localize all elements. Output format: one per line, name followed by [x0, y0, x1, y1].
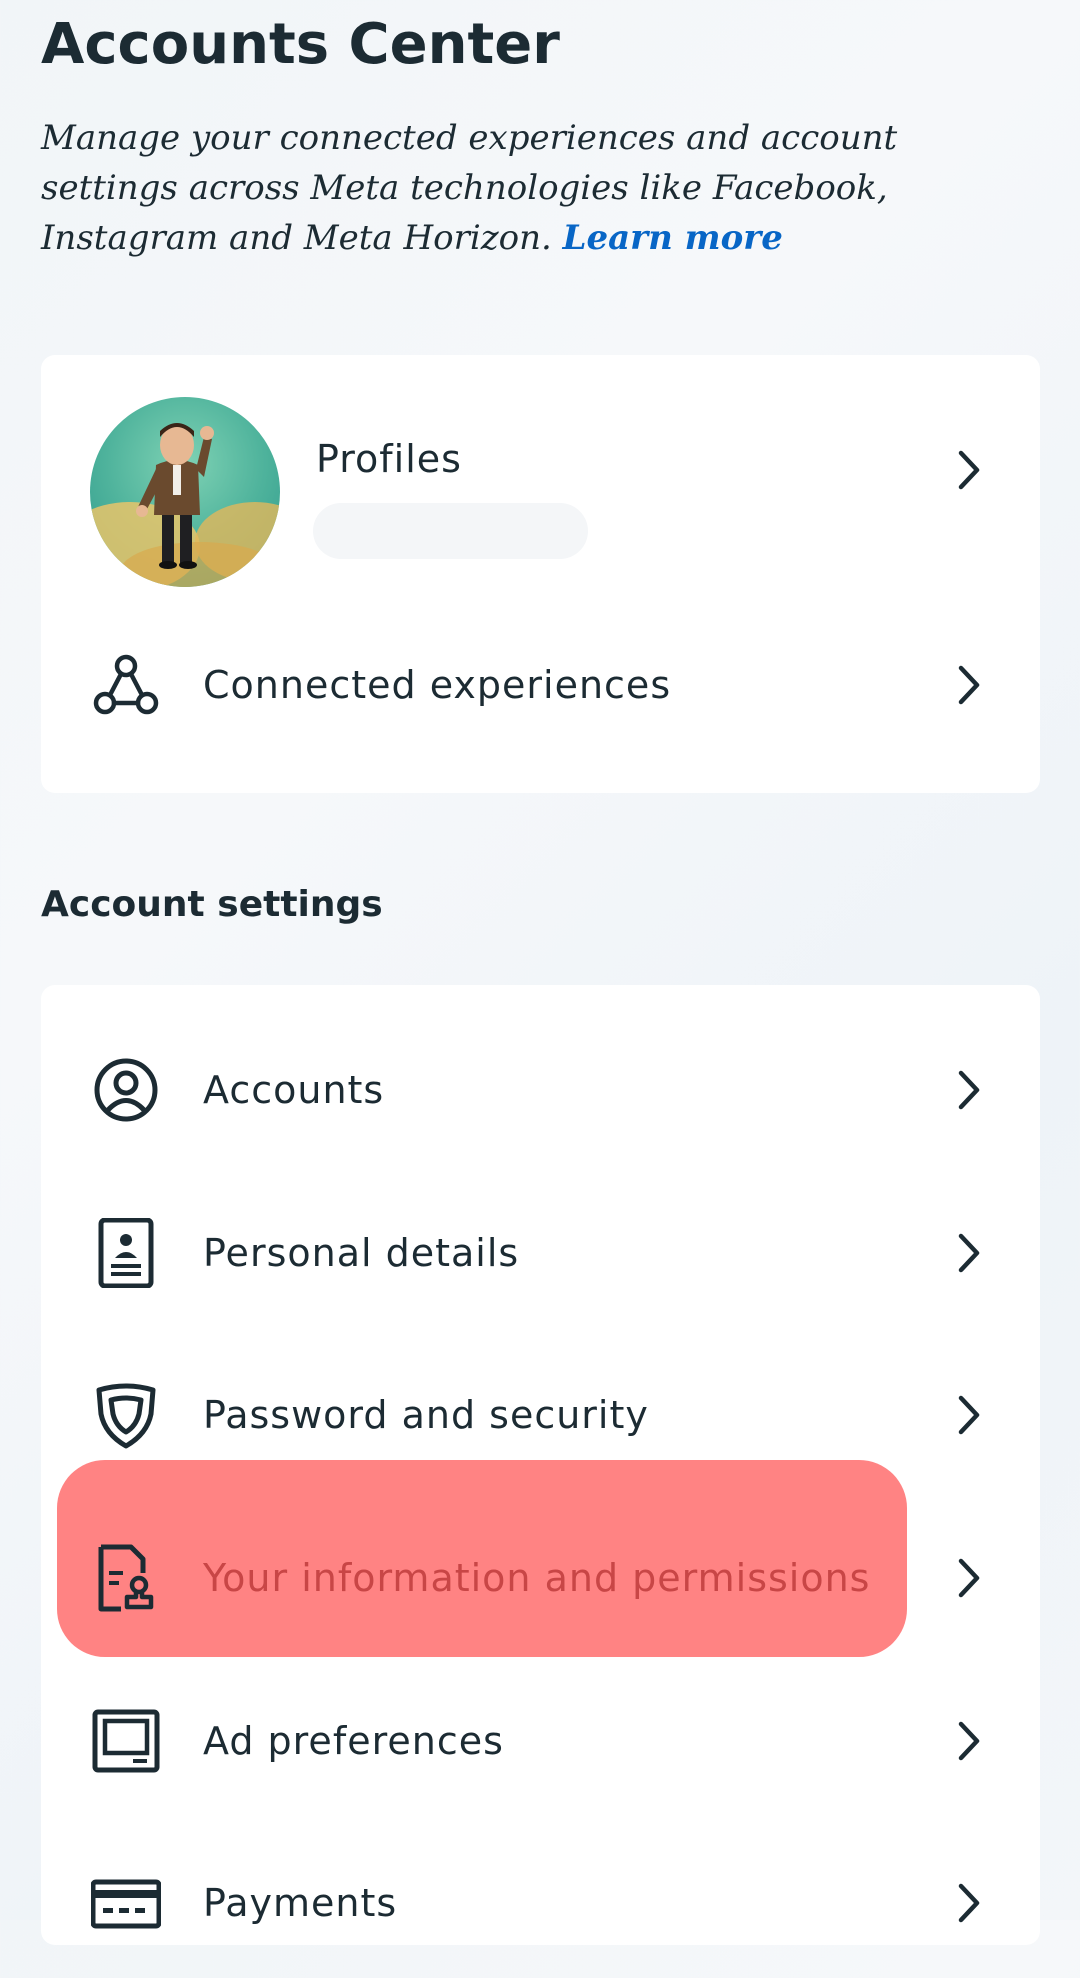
learn-more-link[interactable]: Learn more [563, 218, 783, 258]
avatar [90, 397, 280, 587]
settings-item-label: Payments [203, 1881, 398, 1925]
settings-item-label: Personal details [203, 1231, 520, 1275]
chevron-right-icon [949, 1228, 989, 1278]
connected-experiences-label: Connected experiences [203, 663, 672, 707]
settings-item-personal-details[interactable]: Personal details [41, 1178, 1040, 1328]
document-stamp-icon [91, 1543, 161, 1613]
settings-item-label: Your information and permissions [203, 1556, 871, 1600]
profiles-row[interactable]: Profiles [41, 355, 1040, 587]
credit-card-icon [91, 1868, 161, 1938]
description-line: settings across Meta technologies like F… [41, 168, 888, 208]
person-circle-icon [91, 1055, 161, 1125]
chevron-right-icon [949, 445, 989, 495]
settings-item-ad-preferences[interactable]: Ad preferences [41, 1666, 1040, 1816]
description-line: Manage your connected experiences and ac… [41, 118, 898, 158]
description-line: Instagram and Meta Horizon. Learn more [41, 213, 1041, 263]
account-settings-card: Accounts Personal details Password and s… [41, 985, 1040, 1945]
settings-item-password-security[interactable]: Password and security [41, 1340, 1040, 1490]
connected-experiences-icon [91, 650, 161, 720]
shield-icon [91, 1380, 161, 1450]
profiles-card: Profiles Connected experiences [41, 355, 1040, 793]
profiles-label: Profiles [316, 437, 462, 481]
settings-item-payments[interactable]: Payments [41, 1828, 1040, 1978]
account-settings-heading: Account settings [41, 884, 383, 925]
chevron-right-icon [949, 1390, 989, 1440]
page-description: Manage your connected experiences and ac… [41, 113, 1041, 263]
connected-experiences-row[interactable]: Connected experiences [41, 610, 1040, 760]
monitor-icon [91, 1706, 161, 1776]
chevron-right-icon [949, 1878, 989, 1928]
settings-item-label: Password and security [203, 1393, 649, 1437]
chevron-right-icon [949, 1065, 989, 1115]
description-line-text: Instagram and Meta Horizon. [41, 218, 552, 258]
settings-item-label: Ad preferences [203, 1719, 504, 1763]
page-title: Accounts Center [41, 12, 560, 77]
redacted-profile-name [313, 503, 588, 559]
chevron-right-icon [949, 660, 989, 710]
settings-item-information-permissions[interactable]: Your information and permissions [41, 1503, 1040, 1653]
id-card-icon [91, 1218, 161, 1288]
settings-item-accounts[interactable]: Accounts [41, 1015, 1040, 1165]
settings-item-label: Accounts [203, 1068, 385, 1112]
chevron-right-icon [949, 1553, 989, 1603]
chevron-right-icon [949, 1716, 989, 1766]
